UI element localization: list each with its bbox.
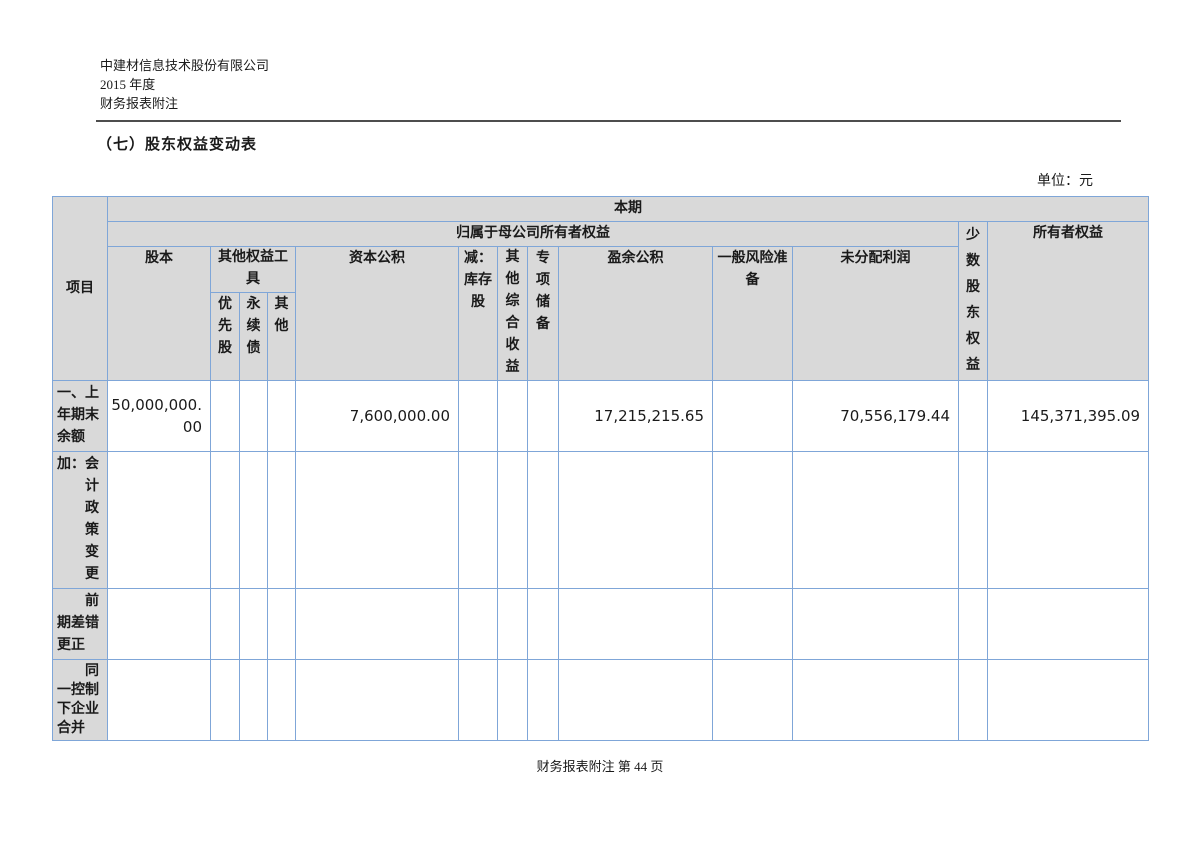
cell-perpetual-bonds: [240, 660, 268, 741]
cell-other: [268, 452, 296, 589]
cell-minority-interest: [959, 381, 988, 452]
col-header-general-risk-reserve: 一般风险准备: [713, 247, 793, 381]
cell-undistributed-profit: 70,556,179.44: [793, 381, 959, 452]
cell-general-risk-reserve: [713, 381, 793, 452]
cell-preferred-shares: [211, 589, 240, 660]
table-row-prior-error-correction: 前期差错更正: [53, 589, 1149, 660]
cell-special-reserve: [528, 660, 559, 741]
cell-less-treasury-shares: [459, 589, 498, 660]
col-header-capital-reserve: 资本公积: [296, 247, 459, 381]
col-header-minority-interest: 少数股东权益: [959, 222, 988, 381]
row-label: 一、上年期末余额: [53, 381, 108, 452]
cell-general-risk-reserve: [713, 589, 793, 660]
cell-owners-equity-total: 145,371,395.09: [988, 381, 1149, 452]
cell-capital-reserve: 7,600,000.00: [296, 381, 459, 452]
cell-capital-reserve: [296, 589, 459, 660]
doc-type: 财务报表附注: [100, 94, 269, 113]
cell-minority-interest: [959, 452, 988, 589]
cell-other-comprehensive-income: [498, 381, 528, 452]
cell-less-treasury-shares: [459, 381, 498, 452]
cell-undistributed-profit: [793, 452, 959, 589]
col-header-owners-equity: 所有者权益: [988, 222, 1149, 381]
cell-perpetual-bonds: [240, 452, 268, 589]
cell-other: [268, 660, 296, 741]
col-header-other-equity-instruments: 其他权益工具: [211, 247, 296, 293]
doc-header: 中建材信息技术股份有限公司 2015 年度 财务报表附注: [100, 56, 269, 113]
row-label: 加：会计政策变更: [53, 452, 108, 589]
cell-perpetual-bonds: [240, 381, 268, 452]
company-name: 中建材信息技术股份有限公司: [100, 56, 269, 75]
col-header-less-treasury-shares: 减：库存股: [459, 247, 498, 381]
section-title: （七）股东权益变动表: [97, 133, 257, 154]
cell-owners-equity-total: [988, 589, 1149, 660]
cell-capital-reserve: [296, 452, 459, 589]
cell-other: [268, 589, 296, 660]
page-footer: 财务报表附注 第 44 页: [0, 756, 1200, 775]
cell-share-capital: [108, 452, 211, 589]
col-header-period: 本期: [108, 197, 1149, 222]
cell-owners-equity-total: [988, 452, 1149, 589]
cell-preferred-shares: [211, 660, 240, 741]
col-header-preferred-shares: 优先股: [211, 293, 240, 381]
cell-other-comprehensive-income: [498, 452, 528, 589]
cell-other-comprehensive-income: [498, 660, 528, 741]
col-header-other: 其他: [268, 293, 296, 381]
cell-other: [268, 381, 296, 452]
cell-surplus-reserve: [559, 452, 713, 589]
cell-surplus-reserve: 17,215,215.65: [559, 381, 713, 452]
cell-special-reserve: [528, 589, 559, 660]
fiscal-year: 2015 年度: [100, 75, 269, 94]
cell-surplus-reserve: [559, 589, 713, 660]
col-header-surplus-reserve: 盈余公积: [559, 247, 713, 381]
cell-other-comprehensive-income: [498, 589, 528, 660]
cell-undistributed-profit: [793, 660, 959, 741]
cell-special-reserve: [528, 381, 559, 452]
cell-surplus-reserve: [559, 660, 713, 741]
cell-minority-interest: [959, 589, 988, 660]
col-header-parent-equity: 归属于母公司所有者权益: [108, 222, 959, 247]
cell-general-risk-reserve: [713, 660, 793, 741]
table-row-accounting-policy-change: 加：会计政策变更: [53, 452, 1149, 589]
table-row-opening-balance: 一、上年期末余额 50,000,000.00 7,600,000.00 17,2…: [53, 381, 1149, 452]
col-header-share-capital: 股本: [108, 247, 211, 381]
header-rule: [96, 120, 1121, 122]
cell-general-risk-reserve: [713, 452, 793, 589]
col-header-item: 项目: [53, 197, 108, 381]
row-label: 前期差错更正: [53, 589, 108, 660]
cell-share-capital: [108, 589, 211, 660]
cell-less-treasury-shares: [459, 452, 498, 589]
row-label: 同一控制下企业合并: [53, 660, 108, 741]
cell-share-capital: 50,000,000.00: [108, 381, 211, 452]
cell-capital-reserve: [296, 660, 459, 741]
cell-minority-interest: [959, 660, 988, 741]
cell-undistributed-profit: [793, 589, 959, 660]
cell-preferred-shares: [211, 452, 240, 589]
cell-special-reserve: [528, 452, 559, 589]
col-header-special-reserve: 专项储备: [528, 247, 559, 381]
col-header-other-comprehensive-income: 其他综合收益: [498, 247, 528, 381]
unit-label: 单位：元: [1037, 170, 1093, 190]
col-header-perpetual-bonds: 永续债: [240, 293, 268, 381]
document-page: 中建材信息技术股份有限公司 2015 年度 财务报表附注 （七）股东权益变动表 …: [0, 0, 1200, 848]
equity-change-table: 项目 本期 归属于母公司所有者权益 少数股东权益 所有者权益 股本 其他权益工具…: [52, 196, 1149, 741]
table-row-common-control-combination: 同一控制下企业合并: [53, 660, 1149, 741]
cell-perpetual-bonds: [240, 589, 268, 660]
cell-owners-equity-total: [988, 660, 1149, 741]
cell-share-capital: [108, 660, 211, 741]
cell-less-treasury-shares: [459, 660, 498, 741]
cell-preferred-shares: [211, 381, 240, 452]
col-header-undistributed-profit: 未分配利润: [793, 247, 959, 381]
